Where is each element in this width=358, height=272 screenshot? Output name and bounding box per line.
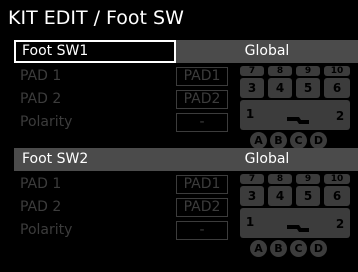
pad-7: 7	[240, 174, 264, 184]
pad-5: 5	[296, 186, 320, 206]
pad-3: 3	[240, 186, 264, 206]
pad-layout-diagram: 7 8 9 10 3 4 5 6 1 2 A B C D	[238, 66, 354, 152]
circle-a: A	[250, 240, 267, 257]
circle-a: A	[250, 132, 267, 149]
polarity-value[interactable]: -	[176, 113, 228, 132]
pad-4: 4	[268, 186, 292, 206]
pad1-value[interactable]: PAD1	[176, 175, 228, 194]
pad2-value[interactable]: PAD2	[176, 90, 228, 109]
foot-pedal-icon	[287, 225, 309, 232]
circle-b: B	[270, 240, 287, 257]
pad-4: 4	[268, 78, 292, 98]
pad-1: 1	[245, 107, 255, 121]
foot-sw1-selector[interactable]: Foot SW1	[14, 40, 176, 63]
pad-9: 9	[296, 66, 320, 76]
polarity-label: Polarity	[20, 222, 73, 238]
circle-d: D	[310, 132, 327, 149]
pad-10: 10	[324, 174, 350, 184]
pad-6: 6	[324, 78, 350, 98]
pad-8: 8	[268, 174, 292, 184]
foot-sw1-section: Foot SW1 Global PAD 1 PAD1 PAD 2 PAD2 Po…	[0, 40, 358, 154]
pad1-label: PAD 1	[20, 176, 62, 192]
pad-8: 8	[268, 66, 292, 76]
polarity-value[interactable]: -	[176, 221, 228, 240]
pad-3: 3	[240, 78, 264, 98]
pad-6: 6	[324, 186, 350, 206]
foot-sw2-section: Foot SW2 Global PAD 1 PAD1 PAD 2 PAD2 Po…	[0, 148, 358, 262]
pad1-value[interactable]: PAD1	[176, 67, 228, 86]
pad1-label: PAD 1	[20, 68, 62, 84]
polarity-label: Polarity	[20, 114, 73, 130]
foot-sw2-header: Foot SW2 Global	[0, 148, 358, 171]
pad-2: 2	[335, 109, 345, 123]
pad-7: 7	[240, 66, 264, 76]
pad-1: 1	[245, 215, 255, 229]
circle-b: B	[270, 132, 287, 149]
circle-c: C	[290, 132, 307, 149]
page-title: KIT EDIT / Foot SW	[8, 7, 184, 29]
pad-layout-diagram: 7 8 9 10 3 4 5 6 1 2 A B C D	[238, 174, 354, 260]
pad2-value[interactable]: PAD2	[176, 198, 228, 217]
pad2-label: PAD 2	[20, 91, 62, 107]
foot-sw2-selector[interactable]: Foot SW2	[14, 148, 176, 171]
foot-pedal-icon	[287, 117, 309, 124]
foot-sw2-mode[interactable]: Global	[176, 148, 358, 171]
foot-sw1-header: Foot SW1 Global	[0, 40, 358, 63]
foot-sw1-mode[interactable]: Global	[176, 40, 358, 63]
pad-9: 9	[296, 174, 320, 184]
pad2-label: PAD 2	[20, 199, 62, 215]
pad-10: 10	[324, 66, 350, 76]
circle-c: C	[290, 240, 307, 257]
pad-2: 2	[335, 217, 345, 231]
circle-d: D	[310, 240, 327, 257]
pad-5: 5	[296, 78, 320, 98]
